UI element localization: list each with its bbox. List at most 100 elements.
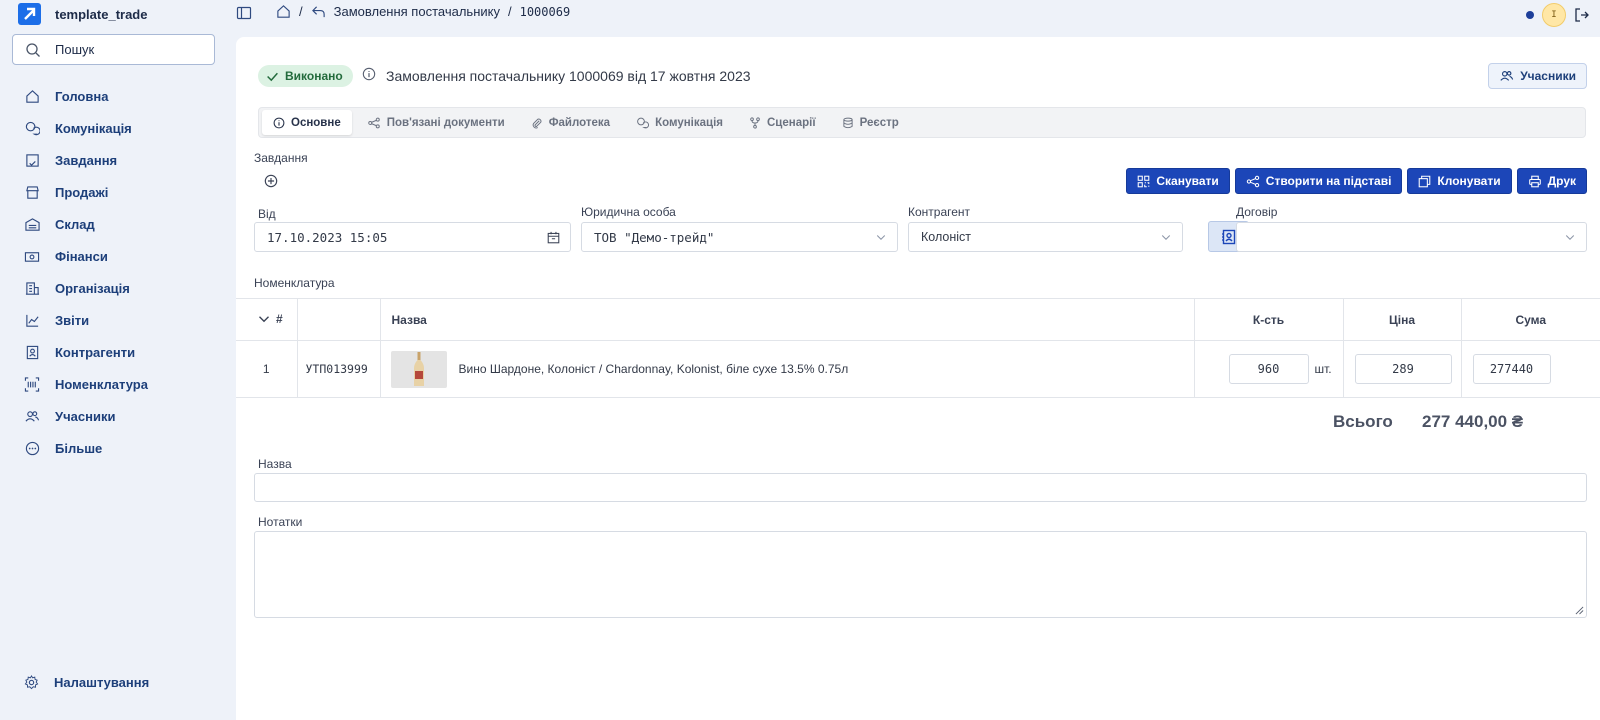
legal-entity-select[interactable]: ТОВ "Демо-трейд" [581, 222, 898, 252]
sidebar-item-reports[interactable]: Звіти [0, 304, 232, 336]
breadcrumb-section[interactable]: Замовлення постачальнику [334, 4, 500, 19]
top-bar: / Замовлення постачальнику / 1000069 I [232, 0, 1600, 28]
info-icon[interactable] [362, 67, 376, 81]
total-value: 277 440,00 ₴ [1422, 412, 1524, 431]
chat-icon [25, 121, 40, 135]
clone-button[interactable]: Клонувати [1407, 168, 1512, 194]
table-header-row: # Назва К-сть Ціна Сума [236, 298, 1600, 341]
add-task-icon[interactable] [264, 174, 278, 188]
sidebar-item-sales[interactable]: Продажі [0, 176, 232, 208]
chevron-down-icon [1565, 235, 1575, 240]
tab-scenarios[interactable]: Сценарії [738, 110, 827, 135]
nomenclature-table: # Назва К-сть Ціна Сума 1 УТП013999 Вино… [236, 298, 1600, 398]
product-thumbnail[interactable] [390, 350, 447, 388]
tab-files[interactable]: Файлотека [520, 110, 621, 135]
sidebar: template_trade Пошук Головна Комунікація… [0, 0, 232, 720]
breadcrumb: / Замовлення постачальнику / 1000069 [276, 4, 570, 19]
logout-icon[interactable] [1574, 7, 1590, 23]
check-icon [267, 72, 278, 81]
price-input[interactable]: 289 [1354, 354, 1452, 384]
create-based-on-button[interactable]: Створити на підставі [1234, 168, 1403, 194]
tasks-section-label: Завдання [254, 151, 308, 165]
row-product: Вино Шардоне, Колоніст / Chardonnay, Kol… [379, 340, 1194, 398]
brand[interactable]: template_trade [18, 2, 147, 26]
home-icon[interactable] [276, 4, 291, 19]
app-name: template_trade [55, 6, 148, 22]
sidebar-item-counterparties[interactable]: Контрагенти [0, 336, 232, 368]
column-header-name[interactable]: Назва [379, 298, 1194, 341]
unit-label: шт. [1314, 362, 1332, 376]
counterparty-select[interactable]: Колоніст [908, 222, 1183, 252]
chat-icon [637, 117, 650, 128]
sidebar-item-tasks[interactable]: Завдання [0, 144, 232, 176]
sidebar-item-more[interactable]: Більше [0, 432, 232, 464]
info-icon [273, 117, 285, 128]
sidebar-item-nomenclature[interactable]: Номенклатура [0, 368, 232, 400]
row-qty: 960 шт. [1193, 340, 1343, 398]
column-header-num[interactable]: # [236, 298, 297, 341]
name-input[interactable] [254, 473, 1587, 502]
breadcrumb-separator: / [299, 4, 303, 19]
notes-textarea[interactable] [254, 531, 1587, 618]
date-input[interactable]: 17.10.2023 15:05 [254, 222, 571, 252]
sidebar-item-finance[interactable]: Фінанси [0, 240, 232, 272]
more-icon [25, 441, 39, 455]
sidebar-item-settings[interactable]: Налаштування [24, 672, 149, 692]
tab-registry[interactable]: Реєстр [831, 110, 910, 135]
qty-input[interactable]: 960 [1228, 354, 1309, 384]
contact-card-icon [1221, 229, 1235, 244]
tab-communication[interactable]: Комунікація [625, 110, 734, 135]
search-input[interactable]: Пошук [12, 34, 215, 65]
breadcrumb-separator: / [507, 4, 512, 19]
search-label: Пошук [55, 42, 95, 57]
sidebar-item-warehouse[interactable]: Склад [0, 208, 232, 240]
breadcrumb-document-number: 1000069 [519, 4, 571, 19]
column-header-sku [296, 298, 380, 341]
chevron-down-icon [876, 235, 886, 240]
notes-field-label: Нотатки [258, 515, 303, 529]
page-title: Замовлення постачальнику 1000069 від 17 … [386, 68, 751, 84]
users-icon [25, 410, 40, 422]
sidebar-toggle-icon[interactable] [236, 5, 252, 21]
total-label: Всього [1333, 412, 1393, 431]
avatar[interactable]: I [1542, 3, 1566, 27]
warehouse-icon [24, 217, 40, 231]
branch-icon [750, 116, 760, 129]
chevron-down-icon[interactable] [258, 313, 270, 325]
chart-icon [25, 314, 39, 327]
participants-button[interactable]: Учасники [1488, 63, 1587, 89]
tab-bar: Основне Пов'язані документи Файлотека Ко… [258, 107, 1586, 138]
column-header-qty[interactable]: К-сть [1193, 298, 1343, 341]
row-price: 289 [1342, 340, 1461, 398]
sum-input[interactable]: 277440 [1472, 354, 1551, 384]
resize-handle-icon[interactable] [1575, 606, 1584, 615]
gear-icon [24, 674, 39, 689]
column-header-sum[interactable]: Сума [1460, 298, 1600, 341]
legal-entity-label: Юридична особа [581, 205, 676, 219]
tasks-icon [25, 153, 39, 167]
sidebar-item-communication[interactable]: Комунікація [0, 112, 232, 144]
sidebar-item-home[interactable]: Головна [0, 80, 232, 112]
column-header-price[interactable]: Ціна [1342, 298, 1461, 341]
calendar-icon[interactable] [547, 231, 560, 244]
back-arrow-icon[interactable] [311, 4, 326, 19]
app-logo-icon [18, 3, 41, 25]
contract-select[interactable] [1236, 222, 1587, 252]
scan-icon [1138, 175, 1150, 187]
table-row[interactable]: 1 УТП013999 Вино Шардоне, Колоніст / Cha… [236, 340, 1600, 398]
sidebar-item-organization[interactable]: Організація [0, 272, 232, 304]
date-label: Від [258, 207, 276, 221]
tab-main[interactable]: Основне [262, 110, 352, 135]
scan-button[interactable]: Сканувати [1126, 168, 1230, 194]
sidebar-item-participants[interactable]: Учасники [0, 400, 232, 432]
row-sum: 277440 [1460, 340, 1600, 398]
building-icon [25, 281, 39, 295]
product-name[interactable]: Вино Шардоне, Колоніст / Chardonnay, Kol… [459, 362, 849, 376]
notification-dot[interactable] [1526, 11, 1534, 19]
money-icon [24, 251, 40, 262]
row-sku: УТП013999 [296, 340, 380, 398]
main-panel: Виконано Замовлення постачальнику 100006… [236, 37, 1600, 720]
tab-related-documents[interactable]: Пов'язані документи [356, 110, 516, 135]
print-button[interactable]: Друк [1516, 168, 1587, 194]
top-right-controls: I [1526, 3, 1590, 27]
